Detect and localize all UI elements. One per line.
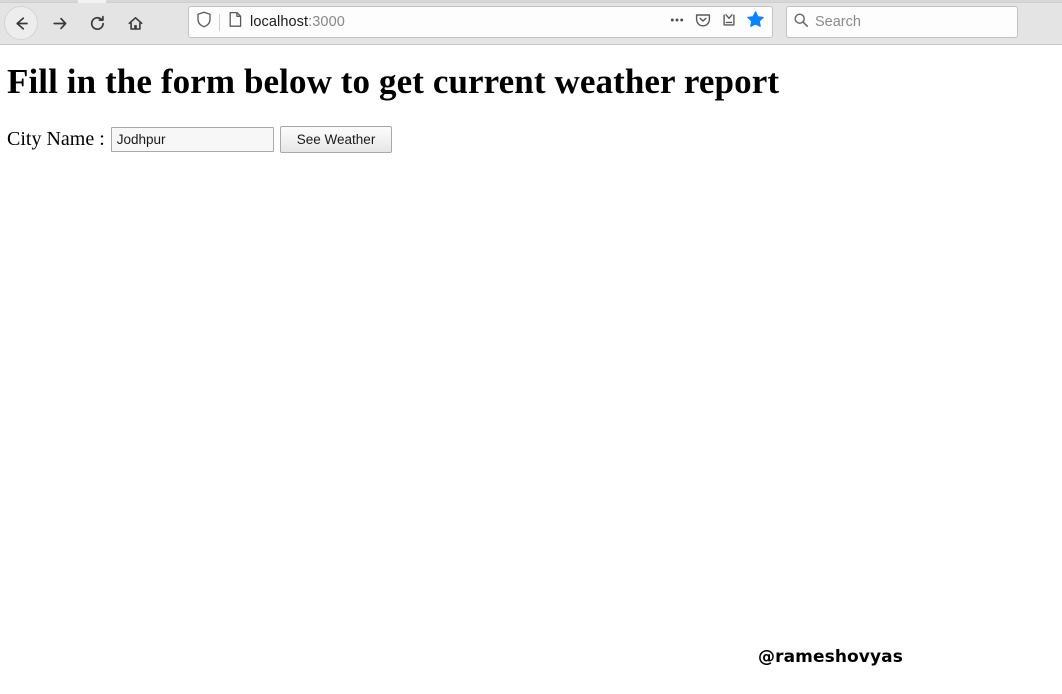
url-text[interactable]: localhost:3000 — [250, 14, 664, 30]
browser-toolbar: localhost:3000 Search — [0, 0, 1062, 45]
arrow-left-icon — [12, 14, 31, 33]
urlbar-actions — [664, 9, 772, 35]
tracking-protection-shield-button[interactable] — [189, 7, 219, 37]
shield-icon — [196, 11, 212, 33]
city-name-input[interactable] — [110, 126, 274, 152]
page-info-button[interactable] — [220, 7, 250, 37]
active-tab-edge[interactable] — [78, 0, 106, 3]
pocket-icon — [694, 11, 712, 34]
pocket-button[interactable] — [690, 9, 716, 35]
watermark-handle: @rameshovyas — [758, 647, 903, 667]
see-weather-button[interactable]: See Weather — [279, 125, 393, 153]
reload-button[interactable] — [80, 6, 114, 40]
city-name-label: City Name : — [7, 127, 105, 150]
page-actions-button[interactable] — [664, 9, 690, 35]
bookmark-star-icon — [746, 10, 765, 34]
arrow-right-icon — [50, 14, 69, 33]
back-button[interactable] — [4, 6, 38, 40]
page-content: Fill in the form below to get current we… — [0, 45, 1062, 694]
home-icon — [126, 14, 145, 33]
page-actions-icon — [668, 11, 686, 34]
weather-form: City Name : See Weather — [7, 124, 393, 154]
forward-button[interactable] — [42, 6, 76, 40]
bookmark-star-button[interactable] — [742, 9, 768, 35]
url-host: localhost — [250, 14, 309, 30]
save-to-tray-button[interactable] — [716, 9, 742, 35]
url-port: :3000 — [308, 14, 345, 30]
reload-icon — [88, 14, 107, 33]
search-input[interactable]: Search — [815, 14, 1017, 30]
page-document-icon — [228, 11, 243, 33]
save-to-tray-icon — [720, 11, 738, 34]
url-bar[interactable]: localhost:3000 — [188, 6, 773, 38]
search-icon — [793, 12, 809, 33]
navigation-buttons — [0, 4, 152, 42]
home-button[interactable] — [118, 6, 152, 40]
page-title: Fill in the form below to get current we… — [7, 62, 780, 101]
tab-strip-edge — [0, 0, 1062, 3]
search-bar[interactable]: Search — [786, 6, 1018, 38]
search-button[interactable] — [787, 8, 815, 36]
